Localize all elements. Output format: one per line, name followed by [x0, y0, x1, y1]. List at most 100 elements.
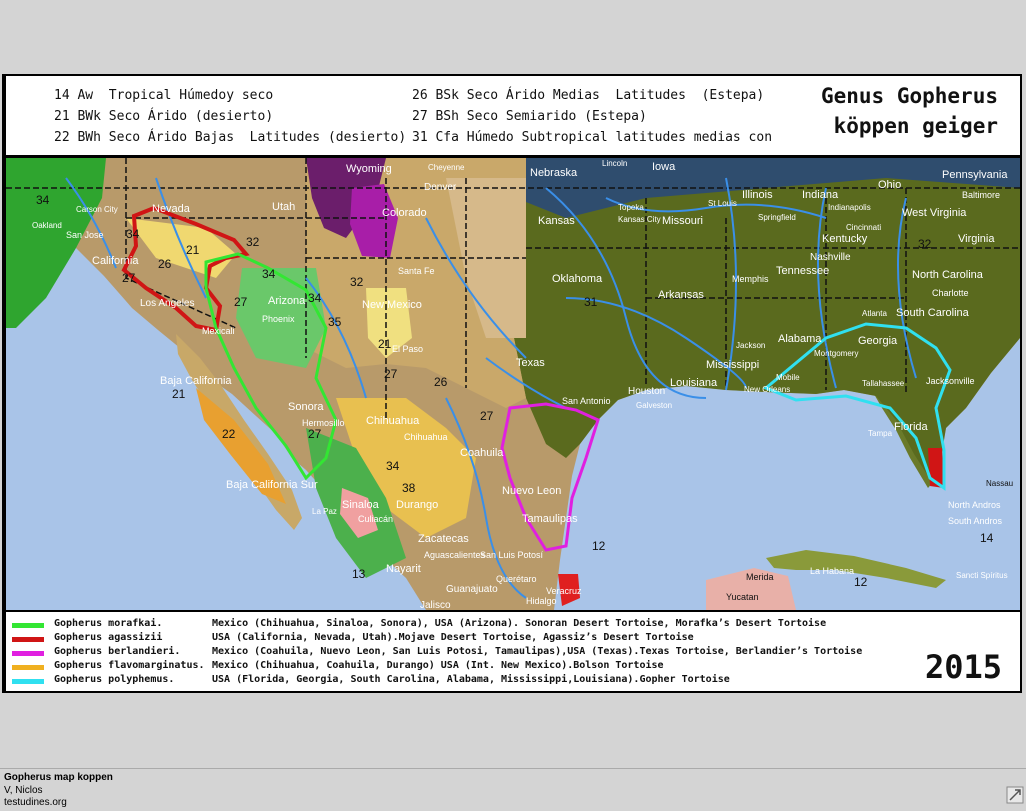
label-chihuahua-city: Chihuahua: [404, 432, 448, 442]
label-sinaloa: Sinaloa: [342, 499, 380, 511]
svg-text:27: 27: [480, 409, 494, 423]
svg-text:31: 31: [584, 295, 598, 309]
label-phoenix: Phoenix: [262, 314, 295, 324]
label-havana: La Habana: [810, 566, 854, 576]
legend-desc-berlandieri: Mexico (Coahuila, Nuevo Leon, San Luis P…: [212, 646, 863, 657]
label-missouri: Missouri: [662, 215, 703, 227]
label-galveston: Galveston: [636, 401, 672, 410]
koppen-entry-14-aw: 14 Aw Tropical Húmedoy seco: [54, 88, 274, 103]
label-veracruz: Veracruz: [546, 586, 582, 596]
label-sonora: Sonora: [288, 401, 324, 413]
label-san-luis-potosi: San Luis Potosí: [480, 550, 544, 560]
legend-swatch-berlandieri: [12, 651, 44, 656]
label-utah: Utah: [272, 201, 295, 213]
label-illinois: Illinois: [742, 189, 773, 201]
label-sancti-spiritus: Sancti Spíritus: [956, 571, 1008, 580]
label-atlanta: Atlanta: [862, 309, 887, 318]
label-tennessee: Tennessee: [776, 265, 829, 277]
label-montgomery: Montgomery: [814, 349, 858, 358]
label-queretaro: Querétaro: [496, 574, 537, 584]
svg-text:26: 26: [158, 257, 172, 271]
label-oakland: Oakland: [32, 221, 62, 230]
label-alabama: Alabama: [778, 333, 822, 345]
label-jackson: Jackson: [736, 341, 765, 350]
map-title-line1: Genus Gopherus: [820, 84, 998, 108]
label-mississippi: Mississippi: [706, 359, 759, 371]
label-wyoming: Wyoming: [346, 163, 392, 175]
svg-text:26: 26: [434, 375, 448, 389]
koppen-entry-21-bwk: 21 BWk Seco Árido (desierto): [54, 109, 274, 124]
label-north-carolina: North Carolina: [912, 269, 984, 281]
label-colorado: Colorado: [382, 207, 427, 219]
label-san-jose: San Jose: [66, 230, 104, 240]
label-st-louis: St Louis: [708, 199, 737, 208]
label-tampa: Tampa: [868, 429, 893, 438]
label-jacksonville: Jacksonville: [926, 376, 975, 386]
expand-icon[interactable]: [1006, 786, 1024, 804]
label-springfield: Springfield: [758, 213, 796, 222]
label-south-carolina: South Carolina: [896, 307, 970, 319]
label-culiacan: Culiacán: [358, 514, 393, 524]
legend-name-berlandieri: Gopherus berlandieri.: [54, 646, 181, 657]
svg-text:27: 27: [122, 271, 136, 285]
svg-text:27: 27: [234, 295, 248, 309]
label-kansas: Kansas: [538, 215, 575, 227]
label-new-mexico: New Mexico: [362, 299, 422, 311]
legend-desc-polyphemus: USA (Florida, Georgia, South Carolina, A…: [212, 674, 730, 685]
svg-text:21: 21: [378, 337, 392, 351]
label-los-angeles: Los Angeles: [140, 298, 195, 309]
label-topeka: Topeka: [618, 203, 644, 212]
label-georgia: Georgia: [858, 335, 898, 347]
svg-text:27: 27: [384, 367, 398, 381]
map-svg: Wyoming Cheyenne Denver Nebraska Lincoln…: [6, 158, 1020, 610]
label-nuevo-leon: Nuevo Leon: [502, 485, 561, 497]
label-aguascalientes: Aguascalientes: [424, 550, 486, 560]
svg-text:34: 34: [126, 227, 140, 241]
label-hidalgo: Hidalgo: [526, 596, 557, 606]
legend-row-berlandieri: Gopherus berlandieri. Mexico (Coahuila, …: [6, 646, 886, 660]
label-texas: Texas: [516, 357, 545, 369]
legend-row-morafkai: Gopherus morafkai. Mexico (Chihuahua, Si…: [6, 618, 886, 632]
svg-text:35: 35: [328, 315, 342, 329]
label-mobile: Mobile: [776, 373, 800, 382]
species-legend-panel: Gopherus morafkai. Mexico (Chihuahua, Si…: [6, 612, 1020, 691]
label-nassau: Nassau: [986, 479, 1013, 488]
label-california: California: [92, 255, 139, 267]
koppen-map: Wyoming Cheyenne Denver Nebraska Lincoln…: [6, 158, 1020, 610]
label-zacatecas: Zacatecas: [418, 533, 469, 545]
svg-text:34: 34: [262, 267, 276, 281]
label-nashville: Nashville: [810, 252, 851, 263]
label-kansas-city: Kansas City: [618, 215, 661, 224]
caption-author: V, Niclos: [4, 785, 43, 796]
svg-text:14: 14: [980, 531, 994, 545]
label-indianapolis: Indianapolis: [828, 203, 871, 212]
legend-desc-flavomarginatus: Mexico (Chihuahua, Coahuila, Durango) US…: [212, 660, 664, 671]
label-tamaulipas: Tamaulipas: [522, 513, 578, 525]
label-cincinnati: Cincinnati: [846, 223, 881, 232]
legend-desc-agassizii: USA (California, Nevada, Utah).Mojave De…: [212, 632, 694, 643]
legend-name-agassizii: Gopherus agassizii: [54, 632, 163, 643]
koppen-entry-26-bsk: 26 BSk Seco Árido Medias Latitudes (Este…: [412, 88, 765, 103]
caption-site: testudines.org: [4, 797, 67, 808]
svg-text:34: 34: [308, 291, 322, 305]
koppen-entry-31-cfa: 31 Cfa Húmedo Subtropical latitudes medi…: [412, 130, 773, 145]
label-south-andros: South Andros: [948, 516, 1003, 526]
svg-text:12: 12: [854, 575, 868, 589]
koppen-entry-27-bsh: 27 BSh Seco Semiarido (Estepa): [412, 109, 647, 124]
legend-name-flavomarginatus: Gopherus flavomarginatus.: [54, 660, 205, 671]
poster-frame: 14 Aw Tropical Húmedoy seco 21 BWk Seco …: [2, 74, 1022, 693]
koppen-entry-22-bwh: 22 BWh Seco Árido Bajas Latitudes (desie…: [54, 130, 407, 145]
label-north-andros: North Andros: [948, 500, 1001, 510]
map-year: 2015: [924, 648, 1002, 686]
label-cheyenne: Cheyenne: [428, 163, 465, 172]
label-tallahassee: Tallahassee: [862, 379, 905, 388]
label-baja-california: Baja California: [160, 375, 232, 387]
label-la-paz: La Paz: [312, 507, 337, 516]
label-iowa: Iowa: [652, 161, 676, 173]
label-chihuahua: Chihuahua: [366, 415, 420, 427]
svg-text:34: 34: [386, 459, 400, 473]
label-new-orleans: New Orleans: [744, 385, 790, 394]
label-pennsylvania: Pennsylvania: [942, 169, 1008, 181]
label-memphis: Memphis: [732, 274, 769, 284]
image-caption: Gopherus map koppen V, Niclos testudines…: [0, 768, 1026, 811]
